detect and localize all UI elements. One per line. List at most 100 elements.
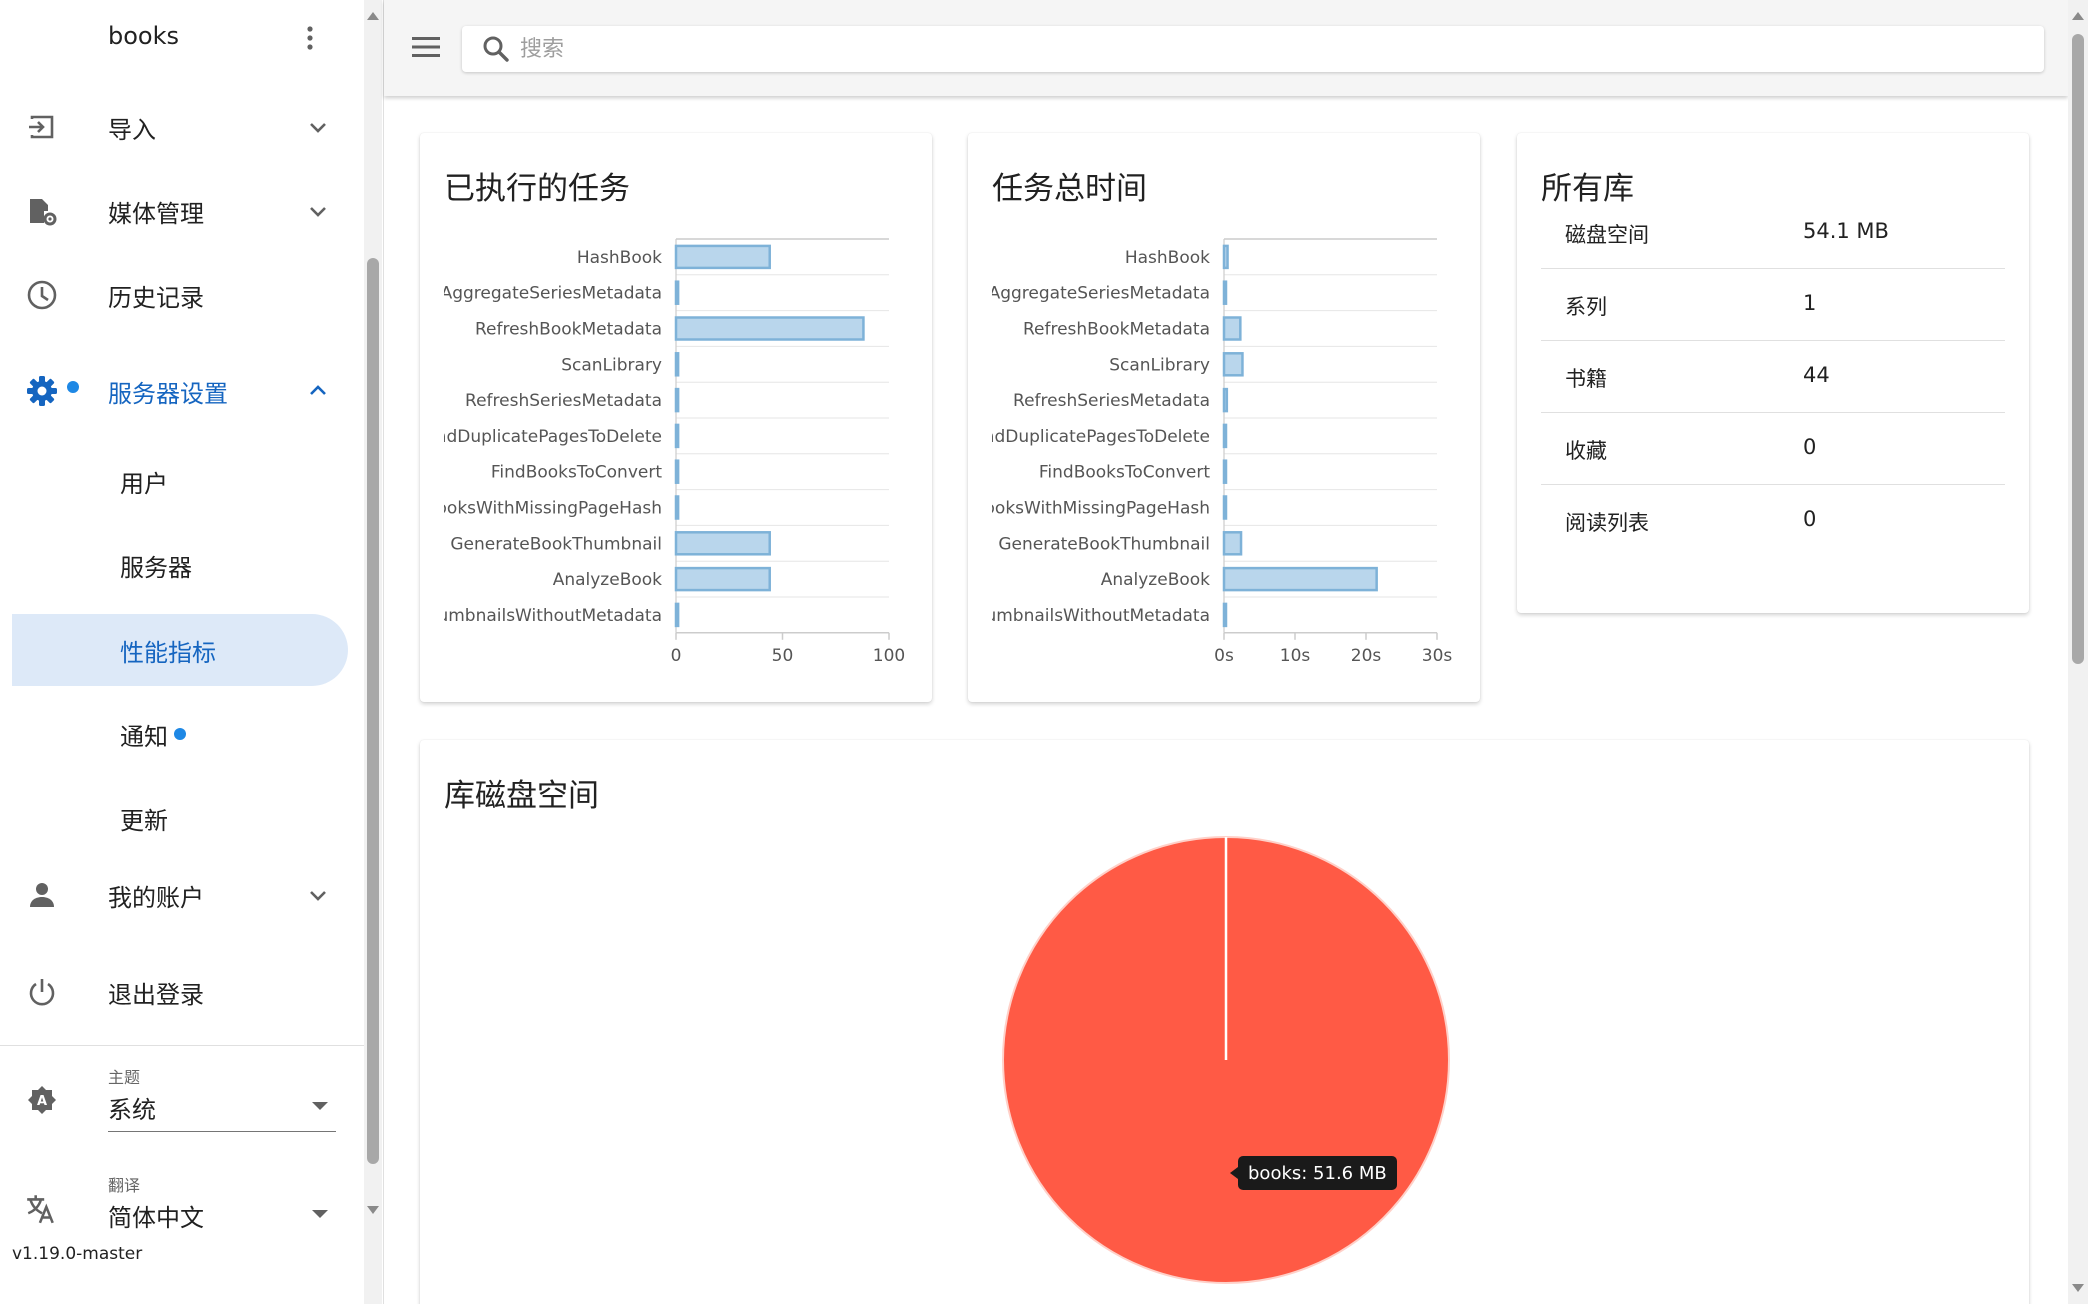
category-label: HashBook — [577, 248, 662, 268]
category-label: GenerateBookThumbnail — [998, 534, 1210, 554]
scroll-down-arrow-icon[interactable] — [2072, 1284, 2084, 1292]
theme-icon: A — [28, 1086, 56, 1114]
sidebar-scrollbar[interactable] — [364, 0, 382, 1304]
nav-server-settings[interactable]: 服务器设置 — [0, 359, 350, 423]
nav-updates-label: 更新 — [120, 806, 168, 835]
nav-import-label: 导入 — [108, 115, 156, 144]
nav-metrics[interactable]: 性能指标 — [12, 614, 348, 686]
bar — [674, 566, 771, 592]
tasks-executed-chart: HashBook AggregateSeriesMetadata RefreshBo… — [436, 238, 905, 666]
sidebar-scroll-thumb[interactable] — [367, 258, 379, 1164]
nav-history-label: 历史记录 — [108, 283, 204, 312]
scroll-up-arrow-icon[interactable] — [367, 12, 379, 20]
stat-label-disk-space: 磁盘空间 — [1565, 223, 1649, 247]
bar — [1222, 459, 1228, 484]
all-libraries-card: 所有库 磁盘空间 54.1 MB 系列 1 书籍 44 收藏 0 阅读列表 0 — [1517, 133, 2029, 613]
category-label: RefreshBookMetadata — [475, 320, 662, 340]
nav-server-label: 服务器 — [120, 553, 192, 582]
search-input[interactable] — [520, 26, 2020, 72]
language-value: 简体中文 — [108, 1204, 204, 1232]
x-tick-label: 50 — [772, 646, 794, 666]
search-box[interactable] — [462, 26, 2044, 72]
bar — [674, 352, 680, 377]
translate-icon — [27, 1195, 54, 1224]
nav-notifications[interactable]: 通知 — [12, 698, 348, 770]
main-scroll-thumb[interactable] — [2072, 34, 2084, 664]
stat-value-disk-space: 54.1 MB — [1803, 219, 1889, 243]
nav-server[interactable]: 服务器 — [12, 529, 348, 601]
category-label: FindBooksToConvert — [1039, 463, 1210, 483]
more-vert-icon[interactable] — [302, 24, 318, 52]
stat-value-readlists: 0 — [1803, 507, 1817, 531]
category-label: HashBook — [1125, 248, 1210, 268]
dropdown-arrow-icon — [312, 1102, 328, 1110]
nav-history[interactable]: 历史记录 — [0, 263, 350, 327]
chevron-down-icon — [310, 891, 326, 901]
nav-updates[interactable]: 更新 — [12, 782, 348, 854]
bar — [674, 531, 771, 556]
stat-label-series: 系列 — [1565, 295, 1607, 319]
category-label: RefreshSeriesMetadata — [1013, 391, 1210, 411]
stat-label-collections: 收藏 — [1565, 439, 1607, 463]
sidebar: books 导入 媒体管理 历史记录 服务器设置 用户 服务器 性能指标 通知 … — [0, 0, 384, 1304]
stat-value-books: 44 — [1803, 363, 1830, 387]
main-scrollbar[interactable] — [2068, 0, 2088, 1304]
disk-space-pie-chart — [1002, 836, 1450, 1284]
library-disk-space-card: 库磁盘空间 — [420, 740, 2029, 1304]
language-caption: 翻译 — [108, 1176, 141, 1195]
category-label: ndDuplicatePagesToDelete — [436, 427, 662, 447]
theme-underline — [108, 1131, 336, 1132]
stat-value-collections: 0 — [1803, 435, 1817, 459]
bar — [1222, 531, 1243, 556]
dropdown-arrow-icon — [312, 1210, 328, 1218]
scroll-up-arrow-icon[interactable] — [2072, 12, 2084, 20]
category-label: GenerateBookThumbnail — [450, 534, 662, 554]
nav-import[interactable]: 导入 — [0, 95, 350, 159]
nav-account-label: 我的账户 — [108, 883, 204, 912]
bar — [674, 602, 680, 628]
category-label: umbnailsWithoutMetadata — [985, 606, 1210, 626]
stat-row: 收藏 0 — [1541, 413, 2005, 485]
nav-server-settings-label: 服务器设置 — [108, 379, 228, 408]
gear-icon — [27, 376, 57, 406]
category-label: ScanLibrary — [1109, 355, 1210, 375]
menu-icon[interactable] — [412, 34, 440, 60]
nav-media-label: 媒体管理 — [108, 199, 204, 228]
chevron-down-icon — [310, 123, 326, 133]
theme-value: 系统 — [108, 1096, 156, 1124]
nav-my-account[interactable]: 我的账户 — [0, 863, 350, 927]
chevron-down-icon — [310, 207, 326, 217]
nav-logout[interactable]: 退出登录 — [0, 960, 350, 1024]
x-tick-label: 100 — [873, 646, 905, 666]
tasks-executed-card: 已执行的任务 HashBook AggregateSeriesMetadata Re… — [420, 133, 932, 702]
stat-label-readlists: 阅读列表 — [1565, 511, 1649, 535]
bar — [1222, 566, 1378, 592]
bar — [1222, 495, 1228, 520]
nav-metrics-label: 性能指标 — [120, 638, 216, 667]
notification-dot — [67, 381, 79, 393]
bar — [1222, 316, 1242, 341]
scroll-down-arrow-icon[interactable] — [367, 1206, 379, 1214]
clock-icon — [27, 280, 57, 310]
bar — [674, 244, 771, 270]
bar — [1222, 280, 1228, 305]
category-label: AnalyzeBook — [1101, 570, 1210, 590]
bar — [1222, 423, 1228, 449]
stat-row: 书籍 44 — [1541, 341, 2005, 413]
bar — [674, 387, 680, 413]
library-header[interactable]: books — [0, 0, 350, 76]
nav-users-label: 用户 — [120, 469, 168, 498]
nav-media-management[interactable]: 媒体管理 — [0, 179, 350, 243]
app-version: v1.19.0-master — [12, 1244, 143, 1264]
nav-users[interactable]: 用户 — [12, 445, 348, 517]
category-label: umbnailsWithoutMetadata — [437, 606, 662, 626]
x-tick-label: 20s — [1351, 646, 1382, 666]
nav-logout-label: 退出登录 — [108, 980, 204, 1009]
library-name: books — [108, 22, 180, 50]
stat-row: 阅读列表 0 — [1541, 485, 2005, 557]
bar — [674, 423, 680, 449]
tasks-time-card: 任务总时间 HashBook AggregateSeriesMetadata Ref… — [968, 133, 1480, 702]
media-management-icon — [30, 199, 57, 226]
language-select[interactable]: 翻译 简体中文 — [0, 1168, 350, 1238]
theme-select[interactable]: A 主题 系统 — [0, 1060, 350, 1140]
